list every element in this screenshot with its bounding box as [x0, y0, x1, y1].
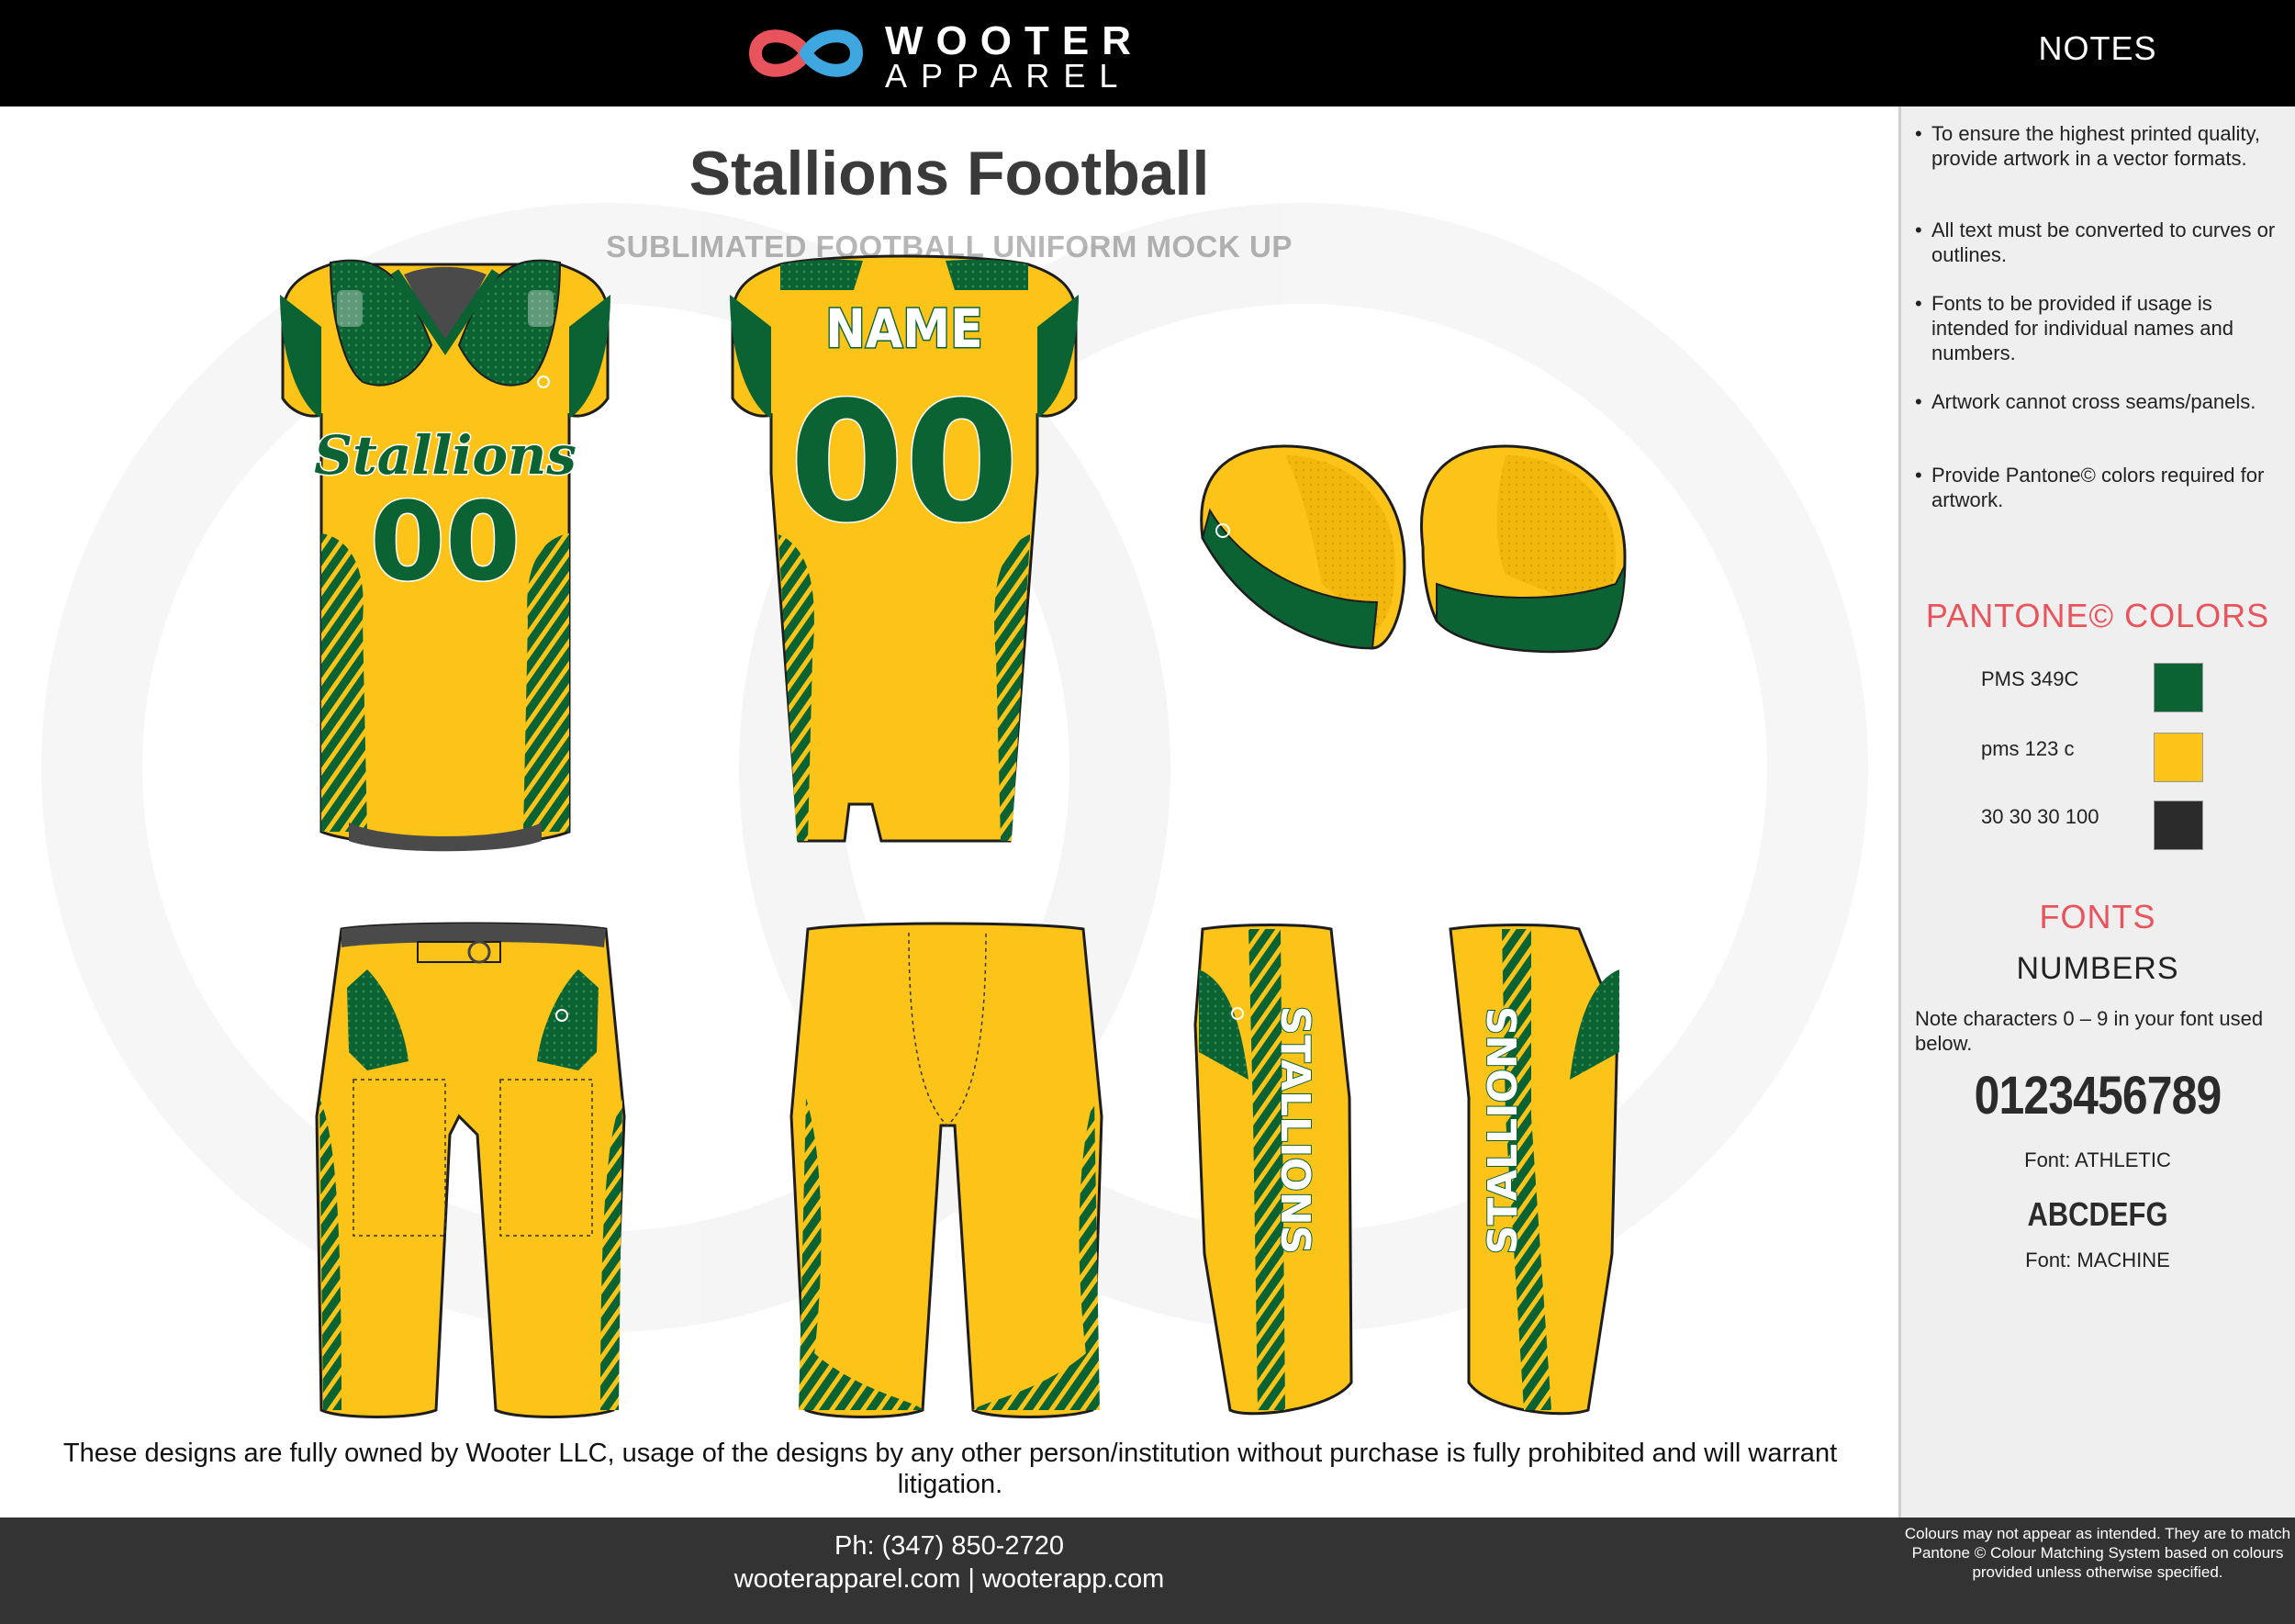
- fonts-title: FONTS: [2039, 898, 2156, 935]
- website-links[interactable]: wooterapparel.com | wooterapp.com: [0, 1564, 1898, 1595]
- number-font-label: Font: ATHLETIC: [2024, 1148, 2171, 1171]
- numbers-heading: NUMBERS: [2016, 951, 2179, 986]
- note-item: • Fonts to be provided if usage is intend…: [1915, 292, 2234, 364]
- letter-font-sample: ABCDEFG: [2027, 1195, 2168, 1233]
- pantone-swatch: [2154, 801, 2203, 850]
- phone-number[interactable]: Ph: (347) 850-2720: [0, 1531, 1898, 1562]
- front-number-text: 00: [370, 478, 521, 605]
- note-item: • Artwork cannot cross seams/panels.: [1915, 390, 2256, 413]
- wooter-logo-icon: [748, 29, 864, 77]
- back-number-text: 00: [789, 367, 1020, 559]
- wooter-logo[interactable]: WOOTER APPAREL: [742, 17, 1164, 95]
- ownership-disclaimer: These designs are fully owned by Wooter …: [62, 1439, 1838, 1499]
- pantone-label: 30 30 30 100: [1981, 805, 2099, 828]
- note-item: • Provide Pantone© colors required for ar…: [1915, 464, 2265, 511]
- pantone-label: pms 123 c: [1981, 737, 2075, 760]
- number-font-sample: 0123456789: [1974, 1066, 2222, 1126]
- notes-title: NOTES: [2038, 29, 2157, 67]
- pants-front: [315, 922, 626, 1418]
- pantone-label: PMS 349C: [1981, 667, 2079, 690]
- jersey-front: Stallions 00: [280, 259, 610, 852]
- pants-side-text-right: STALLIONS: [1480, 1006, 1527, 1255]
- pantone-title: PANTONE© COLORS: [1925, 597, 2270, 634]
- pantone-swatch: [2154, 663, 2203, 712]
- brand-subname: APPAREL: [885, 57, 1132, 95]
- front-script-text: Stallions: [314, 424, 577, 487]
- fonts-note: Note characters 0 – 9 in your font used …: [1915, 1007, 2264, 1055]
- uniform-artwork: Stallions 00 NAME 00 STALLIONS STALLIONS: [280, 254, 1627, 1418]
- back-name-text: NAME: [825, 298, 983, 360]
- skull-cap-left: [1200, 444, 1406, 650]
- note-item: • To ensure the highest printed quality, …: [1915, 122, 2260, 170]
- pantone-swatch: [2154, 733, 2203, 782]
- pants-side-right: STALLIONS: [1449, 924, 1619, 1416]
- letter-font-label: Font: MACHINE: [2025, 1249, 2170, 1271]
- skull-cap-right: [1420, 444, 1627, 654]
- note-item: • All text must be converted to curves or…: [1915, 218, 2276, 266]
- pants-side-text-left: STALLIONS: [1271, 1006, 1318, 1255]
- pants-side-left: STALLIONS: [1193, 924, 1353, 1416]
- colour-disclaimer: Colours may not appear as intended. They…: [1904, 1525, 2291, 1581]
